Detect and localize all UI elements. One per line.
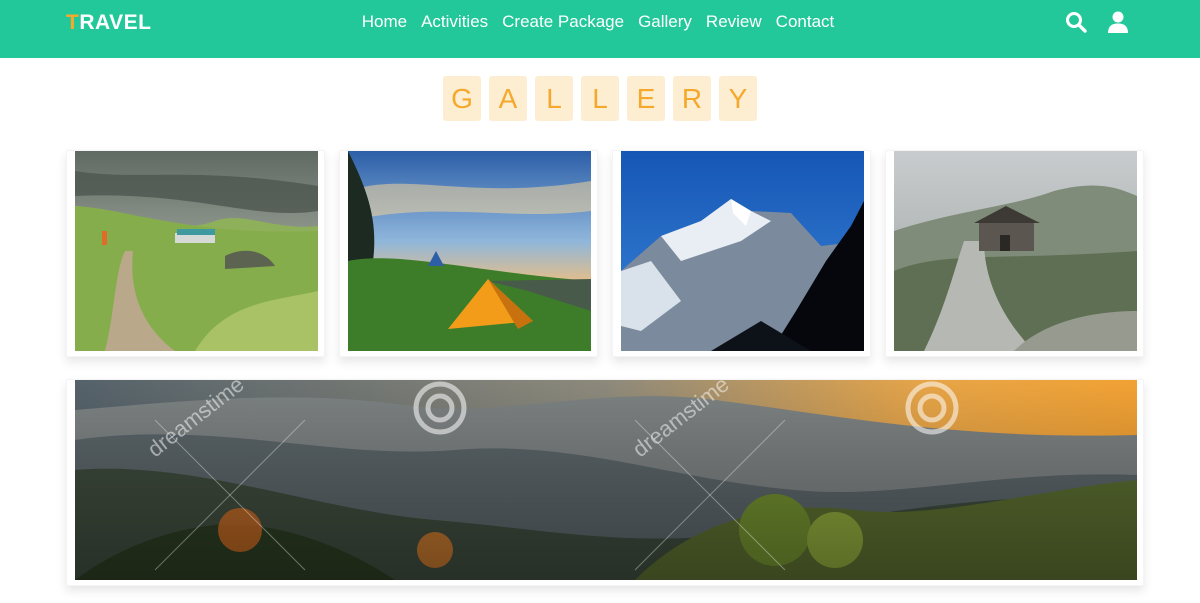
gallery-card-valley-trek[interactable] (66, 150, 325, 357)
snow-peak-image (621, 151, 864, 351)
gallery-card-tent-sunset[interactable] (339, 150, 598, 357)
heading-letter: E (627, 76, 665, 121)
valley-trek-image (75, 151, 318, 351)
user-icon[interactable] (1106, 10, 1130, 34)
heading-letter: L (581, 76, 619, 121)
panorama-image: dreamstime dreamstime (75, 380, 1137, 580)
nav-link-review[interactable]: Review (706, 11, 762, 33)
gallery-card-misty-hut[interactable] (885, 150, 1144, 357)
main-menu: Home Activities Create Package Gallery R… (0, 11, 1200, 33)
gallery-heading: G A L L E R Y (0, 76, 1200, 121)
nav-link-create-package[interactable]: Create Package (502, 11, 624, 33)
heading-letter: A (489, 76, 527, 121)
top-navbar: TRAVEL Home Activities Create Package Ga… (0, 0, 1200, 58)
heading-letter: G (443, 76, 481, 121)
tent-sunset-image (348, 151, 591, 351)
nav-link-activities[interactable]: Activities (421, 11, 488, 33)
nav-link-home[interactable]: Home (362, 11, 407, 33)
heading-letter: R (673, 76, 711, 121)
misty-hut-image (894, 151, 1137, 351)
gallery-card-snow-peak[interactable] (612, 150, 871, 357)
heading-letter: Y (719, 76, 757, 121)
nav-link-gallery[interactable]: Gallery (638, 11, 692, 33)
search-icon[interactable] (1064, 10, 1088, 34)
gallery-card-panorama[interactable]: dreamstime dreamstime (66, 379, 1144, 586)
nav-link-contact[interactable]: Contact (776, 11, 835, 33)
heading-letter: L (535, 76, 573, 121)
nav-icons (1064, 10, 1130, 34)
